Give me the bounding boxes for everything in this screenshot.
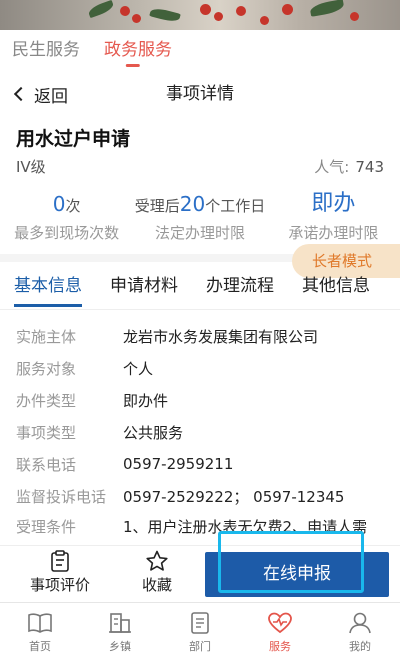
nav-bar: 返回 事项详情 xyxy=(0,72,400,116)
stat-promised-time-limit: 即办 承诺办理时限 xyxy=(267,190,400,250)
info-value: 公共服务 xyxy=(123,423,184,442)
info-value: 龙岩市水务发展集团有限公司 xyxy=(123,327,319,346)
info-value: 0597-2959211 xyxy=(123,455,234,473)
tab-process[interactable]: 办理流程 xyxy=(192,266,288,309)
bottom-tab-bar: 首页 乡镇 部门 服务 我的 xyxy=(0,602,400,662)
stats-row: 0次 最多到现场次数 受理后20个工作日 法定办理时限 即办 承诺办理时限 xyxy=(0,190,400,250)
popularity-value: 743 xyxy=(355,158,384,176)
info-key: 联系电话 xyxy=(16,455,77,474)
tabbar-item-departments[interactable]: 部门 xyxy=(160,603,240,662)
basic-info-list: 实施主体 龙岩市水务发展集团有限公司 服务对象 个人 办件类型 即办件 事项类型 公共服… xyxy=(16,320,386,552)
top-tabs: 民生服务 政务服务 xyxy=(0,30,400,70)
info-key: 办件类型 xyxy=(16,391,77,410)
book-icon xyxy=(28,613,52,633)
review-button[interactable]: 事项评价 xyxy=(22,550,98,595)
info-value: 0597-2529222； 0597-12345 xyxy=(123,487,345,506)
tabbar-item-services[interactable]: 服务 xyxy=(240,603,320,662)
stat-caption: 最多到现场次数 xyxy=(14,224,120,242)
info-row: 实施主体 龙岩市水务发展集团有限公司 xyxy=(16,320,386,352)
info-key: 事项类型 xyxy=(16,423,77,442)
info-key: 实施主体 xyxy=(16,327,77,346)
tabbar-item-towns[interactable]: 乡镇 xyxy=(80,603,160,662)
page: 民生服务 政务服务 返回 事项详情 用水过户申请 IV级 人气: 743 0次 最… xyxy=(0,0,400,662)
tabbar-item-home[interactable]: 首页 xyxy=(0,603,80,662)
collect-label: 收藏 xyxy=(141,576,172,594)
info-key: 监督投诉电话 xyxy=(16,487,107,506)
stat-max-visits: 0次 最多到现场次数 xyxy=(0,190,133,250)
highlight-frame xyxy=(218,531,364,593)
info-value: 即办件 xyxy=(123,391,169,410)
tab-basic-info[interactable]: 基本信息 xyxy=(0,266,96,309)
building-icon xyxy=(109,613,131,633)
popularity: 人气: 743 xyxy=(314,156,384,177)
tab-livelihood-services[interactable]: 民生服务 xyxy=(0,30,80,70)
info-row: 事项类型 公共服务 xyxy=(16,416,386,448)
stat-value: 20 xyxy=(179,192,206,216)
info-key: 受理条件 xyxy=(16,518,77,536)
tabbar-label: 乡镇 xyxy=(109,640,131,653)
info-value: 个人 xyxy=(123,359,154,378)
stat-value: 即办 xyxy=(311,191,356,216)
stat-legal-time-limit: 受理后20个工作日 法定办理时限 xyxy=(134,192,266,242)
stat-value: 0 xyxy=(52,192,66,216)
tab-government-services[interactable]: 政务服务 xyxy=(92,30,172,70)
info-row: 监督投诉电话 0597-2529222； 0597-12345 xyxy=(16,480,386,512)
info-row: 办件类型 即办件 xyxy=(16,384,386,416)
stat-caption: 法定办理时限 xyxy=(154,224,245,242)
stat-caption: 承诺办理时限 xyxy=(288,224,379,242)
banner-image xyxy=(0,0,400,30)
info-key: 服务对象 xyxy=(16,359,77,378)
document-icon xyxy=(191,612,209,634)
tab-application-materials[interactable]: 申请材料 xyxy=(96,266,192,309)
detail-tabs: 基本信息 申请材料 办理流程 其他信息 xyxy=(0,266,400,310)
page-title: 事项详情 xyxy=(166,84,234,104)
info-row: 服务对象 个人 xyxy=(16,352,386,384)
clipboard-icon xyxy=(51,550,69,572)
tabbar-label: 部门 xyxy=(189,640,211,653)
tabbar-label: 我的 xyxy=(349,640,371,653)
review-label: 事项评价 xyxy=(29,576,90,594)
user-icon xyxy=(349,612,371,634)
heart-icon xyxy=(268,612,292,634)
tabbar-label: 服务 xyxy=(269,640,291,653)
star-icon xyxy=(146,550,168,571)
item-level: IV级 xyxy=(16,158,46,176)
tabbar-item-mine[interactable]: 我的 xyxy=(320,603,400,662)
item-title: 用水过户申请 xyxy=(16,128,131,150)
tab-other-info[interactable]: 其他信息 xyxy=(288,266,384,309)
collect-button[interactable]: 收藏 xyxy=(122,550,192,595)
popularity-label: 人气: xyxy=(314,158,350,176)
tabbar-label: 首页 xyxy=(29,640,51,653)
info-row: 联系电话 0597-2959211 xyxy=(16,448,386,480)
